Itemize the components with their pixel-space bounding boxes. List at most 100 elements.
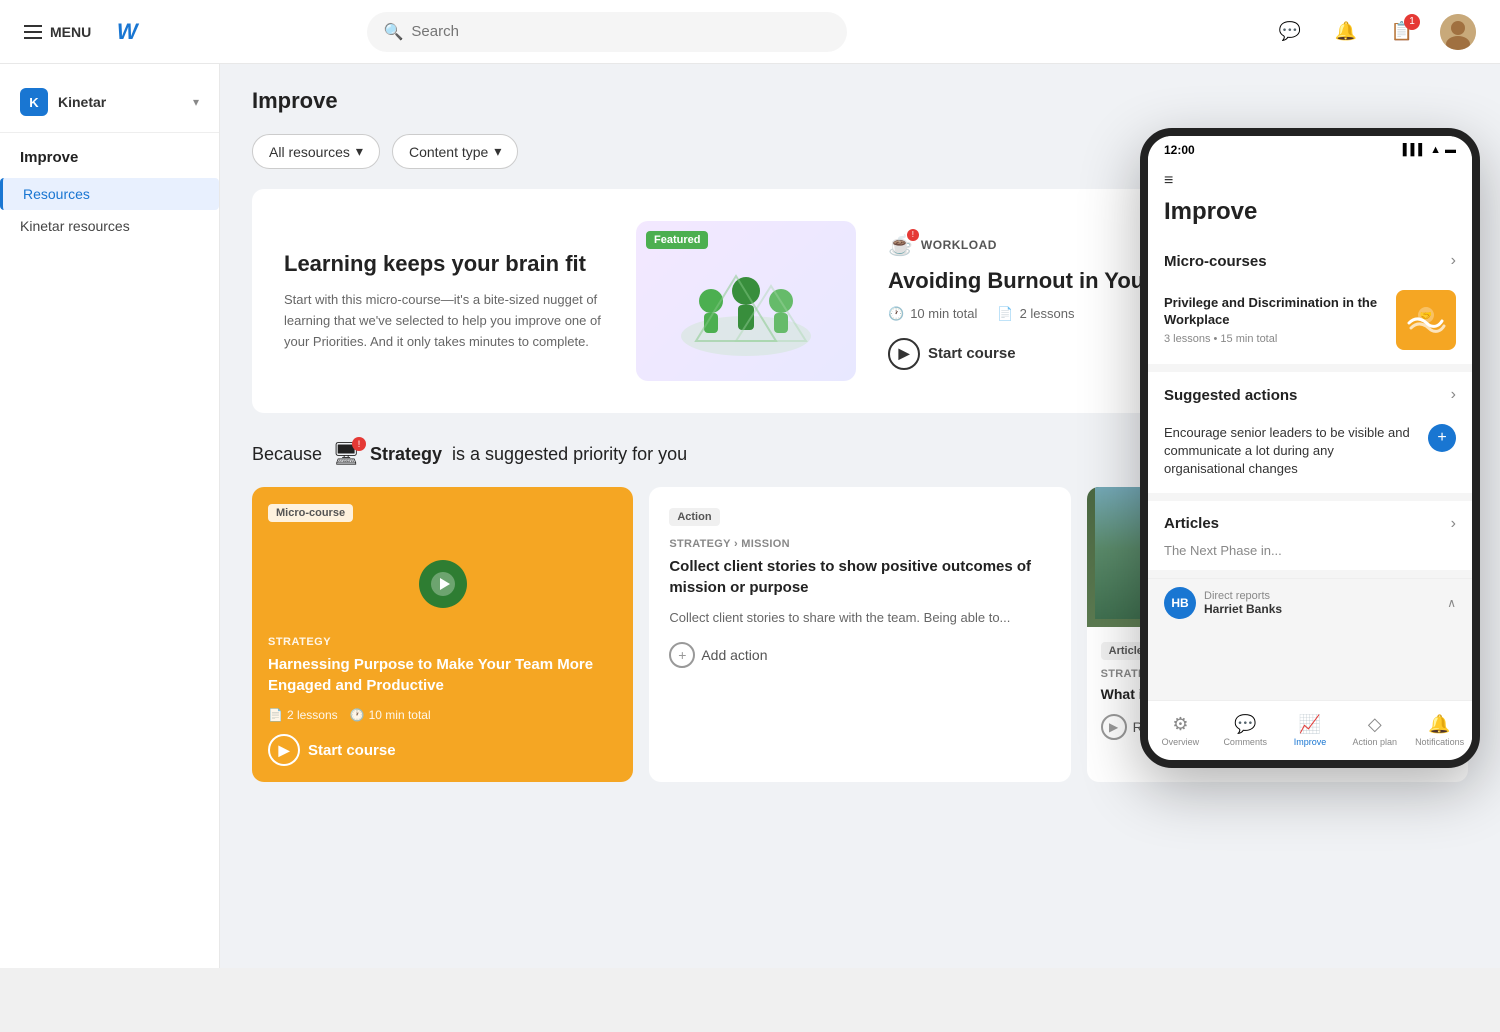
mobile-nav-action-plan[interactable]: ◇ Action plan bbox=[1342, 714, 1407, 747]
mobile-hamburger-icon[interactable]: ≡ bbox=[1164, 172, 1173, 190]
featured-heading: Learning keeps your brain fit bbox=[284, 250, 604, 279]
org-icon: K bbox=[20, 88, 48, 116]
sidebar-section: Improve bbox=[0, 133, 219, 178]
card-tag: Action bbox=[669, 508, 719, 526]
duration-meta: 🕐 10 min total bbox=[350, 708, 431, 722]
action-card[interactable]: Action STRATEGY › MISSION Collect client… bbox=[649, 487, 1070, 782]
sidebar-item-kinetar-resources[interactable]: Kinetar resources bbox=[0, 210, 219, 242]
mobile-nav-overview[interactable]: ⚙ Overview bbox=[1148, 714, 1213, 747]
mobile-user-info: Direct reports Harriet Banks bbox=[1204, 590, 1282, 616]
mobile-suggested-actions-section: Suggested actions › Encourage senior lea… bbox=[1148, 372, 1472, 493]
workload-label: WORKLOAD bbox=[921, 238, 997, 252]
org-name: Kinetar bbox=[58, 94, 183, 110]
user-avatar[interactable] bbox=[1440, 14, 1476, 50]
play-icon: ▶ bbox=[888, 338, 920, 370]
org-selector[interactable]: K Kinetar ▾ bbox=[0, 80, 219, 133]
mobile-user-role: Direct reports bbox=[1204, 590, 1282, 602]
mobile-nav-improve[interactable]: 📈 Improve bbox=[1278, 714, 1343, 747]
workload-icon: ☕ ! bbox=[888, 233, 913, 258]
mobile-articles-header: Articles › bbox=[1148, 501, 1472, 543]
course-lessons: 📄 2 lessons bbox=[997, 306, 1074, 322]
start-course-button[interactable]: ▶ Start course bbox=[888, 338, 1016, 370]
menu-button[interactable]: MENU bbox=[24, 24, 91, 40]
logo-letter: W bbox=[117, 19, 138, 45]
featured-description: Start with this micro-course—it's a bite… bbox=[284, 290, 604, 352]
mobile-bottom-navigation: ⚙ Overview 💬 Comments 📈 Improve ◇ Action… bbox=[1148, 700, 1472, 760]
clock-icon: 🕐 bbox=[888, 306, 904, 322]
chevron-up-icon: ∧ bbox=[1447, 596, 1456, 610]
card-tag: Micro-course bbox=[268, 504, 353, 522]
sidebar: K Kinetar ▾ Improve Resources Kinetar re… bbox=[0, 64, 220, 968]
mobile-course-item[interactable]: Privilege and Discrimination in the Work… bbox=[1148, 280, 1472, 364]
wifi-icon: ▲ bbox=[1430, 144, 1441, 156]
mobile-add-button[interactable]: + bbox=[1428, 424, 1456, 452]
mobile-signal-icons: ▌▌▌ ▲ ▬ bbox=[1403, 144, 1456, 156]
content-type-filter[interactable]: Content type ▾ bbox=[392, 134, 518, 169]
card-description: Collect client stories to share with the… bbox=[669, 608, 1050, 628]
mobile-section-arrow[interactable]: › bbox=[1451, 515, 1456, 533]
search-bar[interactable]: 🔍 bbox=[367, 12, 847, 52]
mobile-section-arrow[interactable]: › bbox=[1451, 252, 1456, 270]
app-logo: W bbox=[107, 12, 147, 52]
lessons-meta: 📄 2 lessons bbox=[268, 708, 338, 722]
mobile-nav-comments[interactable]: 💬 Comments bbox=[1213, 714, 1278, 747]
mobile-section-arrow[interactable]: › bbox=[1451, 386, 1456, 404]
mobile-status-bar: 12:00 ▌▌▌ ▲ ▬ bbox=[1148, 136, 1472, 164]
card-category: STRATEGY bbox=[268, 636, 617, 648]
search-icon: 🔍 bbox=[383, 22, 403, 42]
notifications-button[interactable]: 🔔 bbox=[1328, 14, 1364, 50]
chat-button[interactable]: 💬 bbox=[1272, 14, 1308, 50]
nav-actions: 💬 🔔 📋 1 bbox=[1272, 14, 1476, 50]
card-breadcrumb: STRATEGY › MISSION bbox=[669, 538, 1050, 550]
strategy-icon: 🖥 ! bbox=[332, 441, 360, 467]
featured-card-image: Featured bbox=[636, 221, 856, 381]
overview-icon: ⚙ bbox=[1172, 714, 1188, 735]
clock-icon: 🕐 bbox=[350, 708, 365, 722]
add-icon: + bbox=[669, 642, 695, 668]
mobile-microcourses-section: Micro-courses › Privilege and Discrimina… bbox=[1148, 238, 1472, 364]
hamburger-icon bbox=[24, 25, 42, 39]
chevron-down-icon: ▾ bbox=[356, 143, 363, 160]
card-meta: 📄 2 lessons 🕐 10 min total bbox=[268, 708, 617, 722]
inbox-button[interactable]: 📋 1 bbox=[1384, 14, 1420, 50]
mobile-content: Micro-courses › Privilege and Discrimina… bbox=[1148, 238, 1472, 742]
improve-icon: 📈 bbox=[1299, 714, 1321, 735]
mobile-course-name: Privilege and Discrimination in the Work… bbox=[1164, 295, 1384, 329]
lessons-icon: 📄 bbox=[268, 708, 283, 722]
add-action-button[interactable]: + Add action bbox=[669, 642, 767, 668]
mobile-user-row: HB Direct reports Harriet Banks ∧ bbox=[1148, 578, 1472, 627]
featured-illustration bbox=[676, 246, 816, 356]
course-duration: 🕐 10 min total bbox=[888, 306, 977, 322]
sidebar-item-resources[interactable]: Resources bbox=[0, 178, 219, 210]
mobile-nav-notifications[interactable]: 🔔 Notifications bbox=[1407, 714, 1472, 747]
mobile-action-item[interactable]: Encourage senior leaders to be visible a… bbox=[1148, 414, 1472, 493]
action-plan-icon: ◇ bbox=[1368, 714, 1382, 735]
mobile-header: ≡ bbox=[1148, 164, 1472, 198]
mobile-articles-title: Articles bbox=[1164, 515, 1219, 532]
chevron-down-icon: ▾ bbox=[193, 95, 199, 109]
start-course-button[interactable]: ▶ Start course bbox=[268, 734, 396, 766]
featured-badge: Featured bbox=[646, 231, 708, 249]
mobile-page-title: Improve bbox=[1148, 198, 1472, 238]
menu-label: MENU bbox=[50, 24, 91, 40]
mobile-course-thumbnail: 🤝 bbox=[1396, 290, 1456, 350]
top-navigation: MENU W 🔍 💬 🔔 📋 1 bbox=[0, 0, 1500, 64]
search-input[interactable] bbox=[411, 23, 831, 40]
mobile-time: 12:00 bbox=[1164, 143, 1195, 157]
lessons-icon: 📄 bbox=[997, 306, 1013, 322]
microcourse-card[interactable]: Micro-course STRATEGY Harnessing Purpose… bbox=[252, 487, 633, 782]
card-title: Collect client stories to show positive … bbox=[669, 556, 1050, 598]
all-resources-filter[interactable]: All resources ▾ bbox=[252, 134, 380, 169]
mobile-action-text: Encourage senior leaders to be visible a… bbox=[1164, 424, 1418, 479]
sidebar-section-title: Improve bbox=[20, 149, 199, 166]
signal-icon: ▌▌▌ bbox=[1403, 144, 1426, 156]
card-title: Harnessing Purpose to Make Your Team Mor… bbox=[268, 654, 617, 696]
chevron-down-icon: ▾ bbox=[494, 143, 501, 160]
mobile-user-name: Harriet Banks bbox=[1204, 602, 1282, 616]
page-title: Improve bbox=[252, 88, 1468, 114]
featured-text: Learning keeps your brain fit Start with… bbox=[284, 250, 604, 353]
mobile-section-header: Micro-courses › bbox=[1148, 238, 1472, 280]
read-more-icon: ▶ bbox=[1101, 714, 1127, 740]
play-icon: ▶ bbox=[268, 734, 300, 766]
mobile-mockup: 12:00 ▌▌▌ ▲ ▬ ≡ Improve Micro-courses › … bbox=[1140, 128, 1480, 768]
